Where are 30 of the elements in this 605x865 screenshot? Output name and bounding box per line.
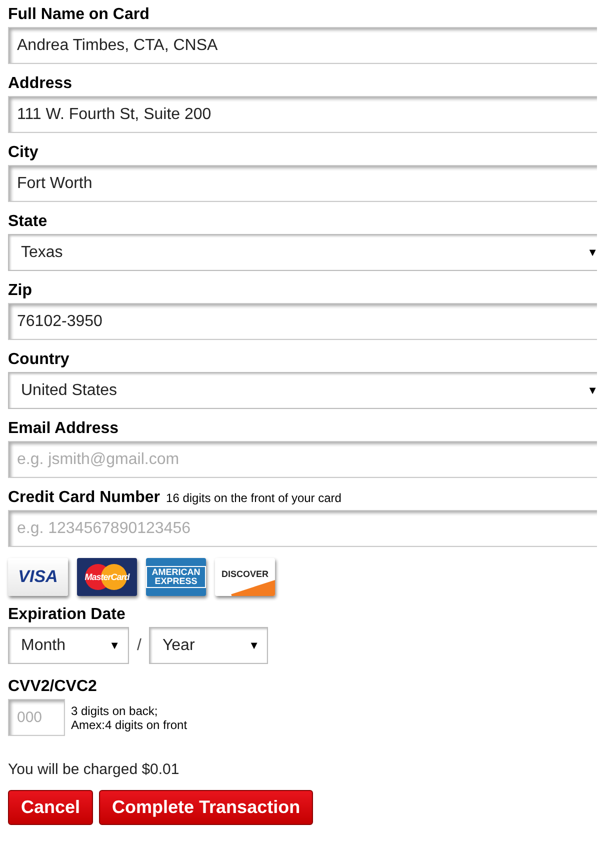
separator-text: / [137, 636, 142, 654]
submit-button[interactable]: Complete Transaction [99, 790, 314, 825]
field-label: Full Name on Card [8, 6, 150, 24]
field-label: City [8, 144, 38, 162]
field-label: Country [8, 351, 70, 369]
field-label: CVV2/CVC2 [8, 678, 97, 696]
field-label: Email Address [8, 420, 119, 438]
card-logo-icon: VISA [8, 558, 68, 596]
input-field[interactable]: Andrea Timbes, CTA, CNSA [8, 27, 597, 64]
select-field[interactable]: Texas ▼ [8, 234, 597, 271]
field-hint: 3 digits on back; Amex:4 digits on front [71, 704, 188, 732]
field-label: Credit Card Number [8, 489, 160, 507]
input-field[interactable]: Fort Worth [8, 165, 597, 202]
cvv-field[interactable]: 000 [8, 699, 65, 736]
field-label: Zip [8, 282, 32, 300]
field-label: State [8, 213, 48, 231]
field-label: Address [8, 75, 72, 93]
field-label: Expiration Date [8, 606, 126, 624]
input-field[interactable]: e.g. jsmith@gmail.com [8, 441, 597, 478]
charge-note: You will be charged $0.01 [8, 761, 180, 778]
input-field[interactable]: e.g. 1234567890123456 [8, 510, 597, 547]
select-field[interactable]: United States ▼ [8, 372, 597, 409]
input-field[interactable]: 76102-3950 [8, 303, 597, 340]
cancel-button[interactable]: Cancel [8, 790, 94, 825]
month-select[interactable]: Month ▼ [8, 627, 129, 664]
card-logo-icon: DISCOVER [215, 558, 275, 596]
field-hint: 16 digits on the front of your card [166, 491, 342, 505]
card-logo-icon: AMERICAN EXPRESS [146, 558, 206, 596]
year-select[interactable]: Year ▼ [149, 627, 268, 664]
input-field[interactable]: 111 W. Fourth St, Suite 200 [8, 96, 597, 133]
